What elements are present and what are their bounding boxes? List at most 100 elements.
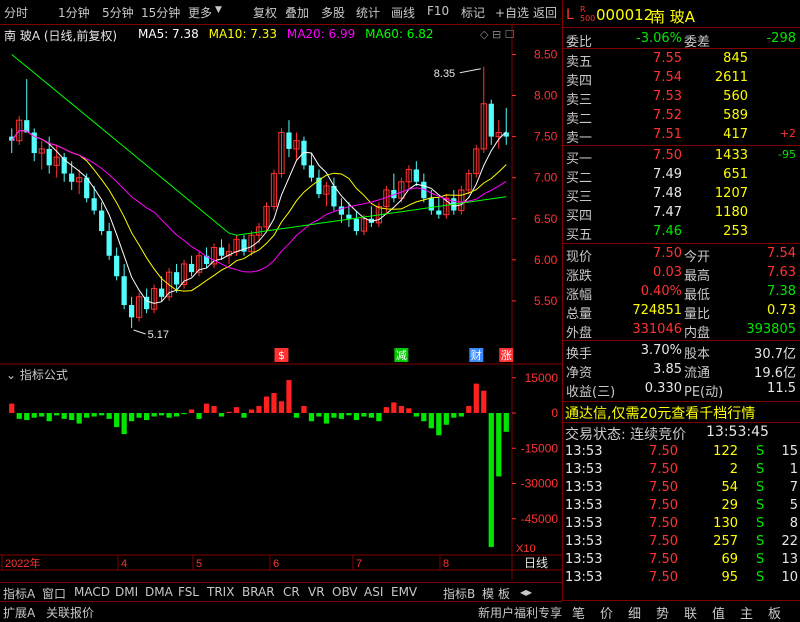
tick-time: 13:53 — [565, 462, 603, 477]
tab-window[interactable]: 窗口 — [42, 585, 66, 602]
tab-vr[interactable]: VR — [308, 585, 325, 599]
tick-side: S — [756, 570, 765, 585]
indicator-bar — [353, 413, 360, 421]
tick-price: 7.50 — [649, 552, 678, 567]
promo-text[interactable]: 通达信,仅需20元查看千档行情 — [565, 403, 755, 423]
tab-detail[interactable]: 细 — [628, 603, 641, 622]
indicator-bar — [76, 413, 82, 424]
ask-level-label: 卖五 — [566, 55, 593, 70]
fuquan-button[interactable]: 复权 — [253, 4, 277, 21]
f10-button[interactable]: F10 — [427, 4, 449, 18]
tick-row: 13:53 7.50 122 S 15 — [562, 443, 800, 461]
new-user-promo-link[interactable]: 新用户福利专享 — [478, 604, 562, 621]
indicator-bar — [241, 413, 247, 418]
tick-price: 7.50 — [649, 498, 678, 513]
dropdown-arrow-icon[interactable]: ▼ — [215, 5, 222, 15]
tab-dma[interactable]: DMA — [145, 585, 173, 599]
tab-extension-a[interactable]: 扩展A — [3, 604, 35, 621]
tab-price[interactable]: 价 — [600, 603, 613, 622]
tab-cr[interactable]: CR — [283, 585, 300, 599]
mark-button[interactable]: 标记 — [461, 4, 485, 21]
chart-area[interactable]: 8.50 8.00 7.50 7.00 6.50 6.00 5.50 15000 0 -15000… — [0, 24, 562, 580]
candle-body — [428, 198, 434, 211]
bid-delta: -95 — [778, 148, 796, 161]
event-badge-label: 涨 — [501, 349, 512, 362]
bid-volume: 253 — [723, 224, 748, 239]
bid-price: 7.46 — [653, 224, 682, 239]
chevron-down-icon[interactable]: ⌄ — [6, 368, 16, 382]
candle-body — [286, 132, 292, 149]
indicator-bar — [91, 413, 97, 417]
stat2-label: 换手 — [566, 347, 593, 362]
tab-link[interactable]: 联 — [684, 603, 697, 622]
tick-side: S — [756, 552, 765, 567]
indicator-bar — [391, 402, 397, 413]
tick-row: 13:53 7.50 2 S 1 — [562, 461, 800, 479]
indicator-bar — [398, 405, 404, 413]
tab-5min[interactable]: 5分钟 — [102, 4, 134, 21]
indicator-bar — [9, 403, 15, 413]
indicator-bar — [226, 411, 232, 413]
tab-emv[interactable]: EMV — [391, 585, 417, 599]
chart-tool-icons[interactable]: ◇ ⊟ ☐ — [480, 28, 515, 41]
top-toolbar: 分时 1分钟 5分钟 15分钟 更多 ▼ 复权 叠加 多股 统计 画线 F10 … — [0, 0, 560, 25]
tab-obv[interactable]: OBV — [332, 585, 358, 599]
tab-board[interactable]: 板 — [498, 585, 510, 602]
tab-15min[interactable]: 15分钟 — [141, 4, 180, 21]
promo-row[interactable]: 通达信,仅需20元查看千档行情 — [562, 401, 800, 422]
tab-more[interactable]: 更多 — [188, 4, 212, 21]
tab-fsl[interactable]: FSL — [178, 585, 199, 599]
tab-indicator-a[interactable]: 指标A — [3, 585, 35, 602]
weibi-value: -3.06% — [636, 31, 682, 46]
ask-row: 卖二 7.52 589 — [562, 107, 800, 127]
tab-asi[interactable]: ASI — [364, 585, 383, 599]
indicator-bar — [99, 413, 105, 416]
tab-fenshi[interactable]: 分时 — [4, 4, 28, 21]
candle-body — [353, 218, 360, 232]
indicator-bar — [406, 408, 412, 413]
tab-value[interactable]: 值 — [712, 603, 725, 622]
tick-row: 13:53 7.50 54 S 7 — [562, 479, 800, 497]
low-marker-label: 5.17 — [148, 329, 169, 341]
period-label: 日线 — [524, 556, 548, 570]
tick-side: S — [756, 498, 765, 513]
date-label: 5 — [196, 558, 202, 570]
stat2-row: 换手 3.70% 股本 30.7亿 — [562, 342, 800, 362]
tab-brar[interactable]: BRAR — [242, 585, 275, 599]
indicator-tick-label: 15000 — [525, 371, 559, 385]
tick-time: 13:53 — [565, 570, 603, 585]
stock-prefix: L — [566, 7, 574, 23]
candle-body — [114, 255, 120, 277]
tab-trend[interactable]: 势 — [656, 603, 669, 622]
trade-time: 13:53:45 — [706, 424, 769, 440]
tab-template[interactable]: 模 — [482, 585, 494, 602]
multi-stock-button[interactable]: 多股 — [321, 4, 345, 21]
add-watchlist-button[interactable]: +自选 — [495, 4, 529, 21]
stat-row: 涨跌 0.03 最高 7.63 — [562, 264, 800, 284]
tab-sector[interactable]: 板 — [768, 603, 781, 622]
stat2-value: 3.85 — [653, 362, 682, 377]
tab-main[interactable]: 主 — [740, 603, 753, 622]
draw-line-button[interactable]: 画线 — [391, 4, 415, 21]
stat2-value: 3.70% — [640, 343, 682, 358]
price-tick-label: 8.50 — [534, 47, 558, 61]
tab-related-quote[interactable]: 关联报价 — [46, 604, 94, 621]
stat2-value: 11.5 — [767, 381, 796, 396]
bid-volume: 651 — [723, 167, 748, 182]
tab-indicator-b[interactable]: 指标B — [443, 585, 475, 602]
ask-volume: 417 — [723, 127, 748, 142]
tab-trades[interactable]: 笔 — [572, 603, 585, 622]
tab-dmi[interactable]: DMI — [115, 585, 138, 599]
scroll-arrows-icon[interactable]: ◂▸ — [520, 585, 532, 599]
candle-body — [338, 206, 345, 215]
indicator-header[interactable]: ⌄ 指标公式 — [6, 366, 68, 383]
tab-macd[interactable]: MACD — [74, 585, 110, 599]
back-button[interactable]: 返回 — [533, 4, 557, 21]
indicator-tab-row: 指标A 窗口 MACD DMI DMA FSL TRIX BRAR CR VR … — [0, 582, 562, 602]
candle-body — [188, 263, 195, 273]
overlay-button[interactable]: 叠加 — [285, 4, 309, 21]
stats-button[interactable]: 统计 — [356, 4, 380, 21]
tab-trix[interactable]: TRIX — [207, 585, 234, 599]
bid-row: 买四 7.47 1180 — [562, 204, 800, 224]
tab-1min[interactable]: 1分钟 — [58, 4, 90, 21]
